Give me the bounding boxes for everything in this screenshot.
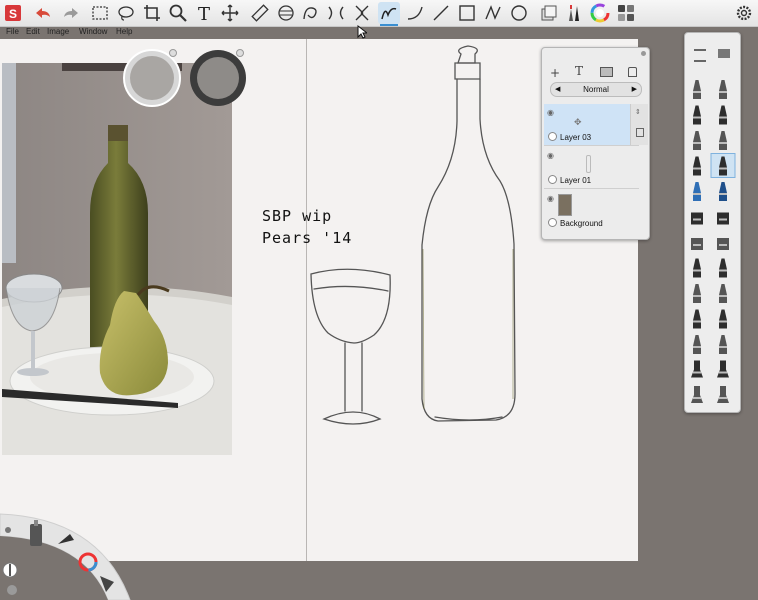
brush-grid <box>691 80 736 403</box>
menu-file[interactable]: File <box>6 27 19 36</box>
brush-pen-1-icon[interactable] <box>693 131 701 150</box>
layer-thumbnail <box>558 194 572 216</box>
brush-marker-1-icon[interactable] <box>693 105 701 125</box>
ruler-icon[interactable] <box>249 2 271 24</box>
layer-name: Layer 01 <box>560 176 592 185</box>
main-toolbar: S T <box>0 0 758 27</box>
blend-prev-icon[interactable]: ◀ <box>555 83 560 96</box>
layer-thumbnail <box>586 155 591 173</box>
brush-smudge-1-icon[interactable] <box>693 258 701 278</box>
palette-grid-icon[interactable] <box>615 2 637 24</box>
lock-icon[interactable] <box>636 128 644 137</box>
layer-name: Background <box>560 219 603 228</box>
eye-icon[interactable]: ◉ <box>547 194 554 203</box>
brush-knife-2-icon[interactable] <box>719 335 727 354</box>
add-image-layer-icon[interactable] <box>600 67 613 77</box>
menu-help[interactable]: Help <box>116 27 132 36</box>
blend-next-icon[interactable]: ▶ <box>632 83 637 96</box>
layer-radio[interactable] <box>548 218 557 227</box>
redo-icon[interactable] <box>60 2 82 24</box>
brush-pencil-1-icon[interactable] <box>693 80 701 99</box>
text-tool-icon[interactable]: T <box>193 2 215 24</box>
brush-fill-2-icon[interactable] <box>717 212 729 225</box>
svg-text:S: S <box>9 7 17 21</box>
brush-knife-1-icon[interactable] <box>693 335 701 354</box>
brush-eraser-2-icon[interactable] <box>717 238 729 250</box>
rectangle-tool-icon[interactable] <box>456 2 478 24</box>
curve-stroke-icon[interactable] <box>404 2 426 24</box>
move-icon-small: ✥ <box>574 118 582 128</box>
layers-icon[interactable] <box>538 2 560 24</box>
brush-eraser-1-icon[interactable] <box>691 238 703 250</box>
layer-radio[interactable] <box>548 175 557 184</box>
brush-puck[interactable] <box>122 47 250 111</box>
zoom-icon[interactable] <box>167 2 189 24</box>
brush-blender-2-icon[interactable] <box>719 284 727 303</box>
mouse-cursor-icon <box>357 25 367 39</box>
brush-blender-1-icon[interactable] <box>693 284 701 303</box>
freehand-stroke-icon[interactable] <box>378 2 400 26</box>
ellipse-guide-icon[interactable] <box>275 2 297 24</box>
brush-brush-1-icon[interactable] <box>693 156 701 176</box>
brush-airbrush-1-icon[interactable] <box>693 182 701 201</box>
eye-icon[interactable]: ◉ <box>547 108 554 117</box>
add-text-layer-icon[interactable]: T <box>575 64 583 78</box>
brush-brush-2-icon[interactable] <box>710 153 736 178</box>
brush-pencil-2-icon[interactable] <box>719 80 727 99</box>
reference-photo <box>2 63 232 455</box>
layer-row-background[interactable]: ◉ Background <box>544 190 639 231</box>
brush-library-icon[interactable] <box>563 2 585 24</box>
layer-row-layer-03[interactable]: ◉ ✥ Layer 03 ⇕ <box>544 104 648 146</box>
blend-mode-value: Normal <box>583 85 609 94</box>
line-tool-icon[interactable] <box>430 2 452 24</box>
panel-close-icon[interactable] <box>641 51 646 56</box>
menu-window[interactable]: Window <box>79 27 107 36</box>
sketch-note-line-1: SBP wip <box>262 207 333 225</box>
brush-wand-2-icon[interactable] <box>719 309 727 329</box>
layers-panel: + T ◀ Normal ▶ ◉ ✥ Layer 03 ⇕ ◉ Layer 01… <box>541 47 650 240</box>
menu-image[interactable]: Image <box>47 27 69 36</box>
settings-icon[interactable] <box>733 2 755 24</box>
trash-icon[interactable] <box>628 67 637 77</box>
crop-icon[interactable] <box>141 2 163 24</box>
brush-airbrush-2-icon[interactable] <box>719 182 727 201</box>
perspective-icon[interactable] <box>351 2 373 24</box>
polyline-tool-icon[interactable] <box>482 2 504 24</box>
svg-text:T: T <box>198 4 210 23</box>
layer-options-strip[interactable]: ⇕ <box>630 104 648 145</box>
layer-radio[interactable] <box>548 132 557 141</box>
ellipse-tool-icon[interactable] <box>508 2 530 24</box>
sketch-note: SBP wip Pears '14 <box>262 205 352 249</box>
lasso-icon[interactable] <box>115 2 137 24</box>
menu-edit[interactable]: Edit <box>26 27 40 36</box>
rect-select-icon[interactable] <box>89 2 111 24</box>
brush-stamp-2-icon[interactable] <box>717 360 729 378</box>
sketch-note-line-2: Pears '14 <box>262 229 353 247</box>
layer-name: Layer 03 <box>560 133 592 142</box>
brush-pen-2-icon[interactable] <box>719 131 727 150</box>
menu-bar: File Edit Image Window Help <box>0 27 320 39</box>
lagoon-menu[interactable] <box>0 510 140 600</box>
brush-round-1-icon[interactable] <box>691 386 703 403</box>
french-curve-icon[interactable] <box>300 2 322 24</box>
blend-mode-selector[interactable]: ◀ Normal ▶ <box>550 82 642 97</box>
brush-stamp-1-icon[interactable] <box>691 360 703 378</box>
brush-round-2-icon[interactable] <box>717 386 729 403</box>
move-icon[interactable] <box>219 2 241 24</box>
symmetry-icon[interactable] <box>325 2 347 24</box>
color-wheel-icon[interactable] <box>589 2 611 24</box>
add-layer-icon[interactable]: + <box>550 66 560 80</box>
brush-marker-2-icon[interactable] <box>719 105 727 125</box>
brush-fill-1-icon[interactable] <box>691 212 703 225</box>
brush-smudge-2-icon[interactable] <box>719 258 727 278</box>
opacity-icon[interactable]: ⇕ <box>635 108 641 116</box>
eye-icon[interactable]: ◉ <box>547 151 554 160</box>
undo-icon[interactable] <box>32 2 54 24</box>
app-logo-icon[interactable]: S <box>2 2 24 24</box>
brush-wand-1-icon[interactable] <box>693 309 701 329</box>
layer-row-layer-01[interactable]: ◉ Layer 01 <box>544 147 639 189</box>
